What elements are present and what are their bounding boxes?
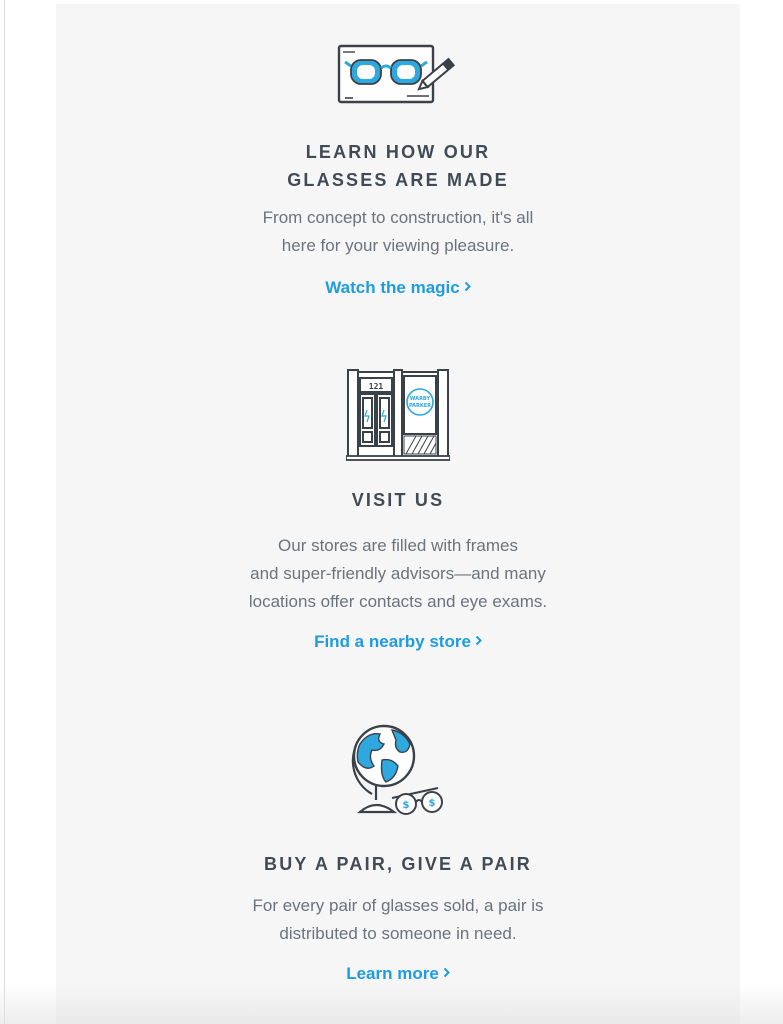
store-sign-line: WARBY: [410, 396, 431, 402]
link-label: Watch the magic: [325, 278, 460, 297]
body-line: distributed to someone in need.: [279, 924, 517, 943]
body-line: and super-friendly advisors—and many: [250, 564, 546, 583]
heading-line: VISIT US: [351, 490, 445, 510]
chevron-right-icon: [443, 967, 450, 978]
section-body: From concept to construction, it's all h…: [56, 204, 740, 260]
find-a-nearby-store-link[interactable]: Find a nearby store: [314, 632, 482, 652]
section-heading: LEARN HOW OUR GLASSES ARE MADE: [56, 138, 740, 194]
content-panel: LEARN HOW OUR GLASSES ARE MADE From conc…: [56, 4, 740, 1024]
store-number: 121: [369, 382, 384, 391]
body-line: Our stores are filled with frames: [278, 536, 518, 555]
glasses-sketch-icon: [337, 44, 456, 104]
watch-the-magic-link[interactable]: Watch the magic: [325, 278, 471, 298]
chevron-right-icon: [464, 281, 471, 292]
svg-text:$: $: [403, 800, 410, 811]
section-heading: BUY A PAIR, GIVE A PAIR: [56, 850, 740, 878]
body-line: locations offer contacts and eye exams.: [248, 592, 548, 611]
heading-line: BUY A PAIR, GIVE A PAIR: [264, 854, 532, 874]
bottom-fade: [0, 984, 783, 1024]
left-divider: [4, 0, 5, 1024]
section-heading: VISIT US: [56, 486, 740, 514]
body-line: From concept to construction, it's all: [262, 208, 534, 227]
storefront-icon: 121 WARBY PARKER: [346, 369, 450, 461]
globe-glasses-icon: $ $: [351, 724, 443, 815]
section-visit-us: 121 WARBY PARKER VISIT US Our stores are…: [56, 368, 740, 652]
email-frame: LEARN HOW OUR GLASSES ARE MADE From conc…: [0, 0, 783, 1024]
section-buy-a-pair-give-a-pair: $ $ BUY A PAIR, GIVE A PAIR For every pa…: [56, 720, 740, 984]
store-sign-line: PARKER: [409, 403, 431, 409]
body-line: here for your viewing pleasure.: [281, 236, 515, 255]
link-label: Find a nearby store: [314, 632, 471, 651]
section-body: Our stores are filled with frames and su…: [56, 532, 740, 616]
learn-more-link[interactable]: Learn more: [346, 964, 450, 984]
section-body: For every pair of glasses sold, a pair i…: [56, 892, 740, 948]
chevron-right-icon: [475, 635, 482, 646]
heading-line: GLASSES ARE MADE: [287, 170, 509, 190]
svg-text:$: $: [429, 798, 436, 809]
link-label: Learn more: [346, 964, 439, 983]
section-how-glasses-made: LEARN HOW OUR GLASSES ARE MADE From conc…: [56, 40, 740, 298]
body-line: For every pair of glasses sold, a pair i…: [252, 896, 544, 915]
heading-line: LEARN HOW OUR: [305, 142, 491, 162]
